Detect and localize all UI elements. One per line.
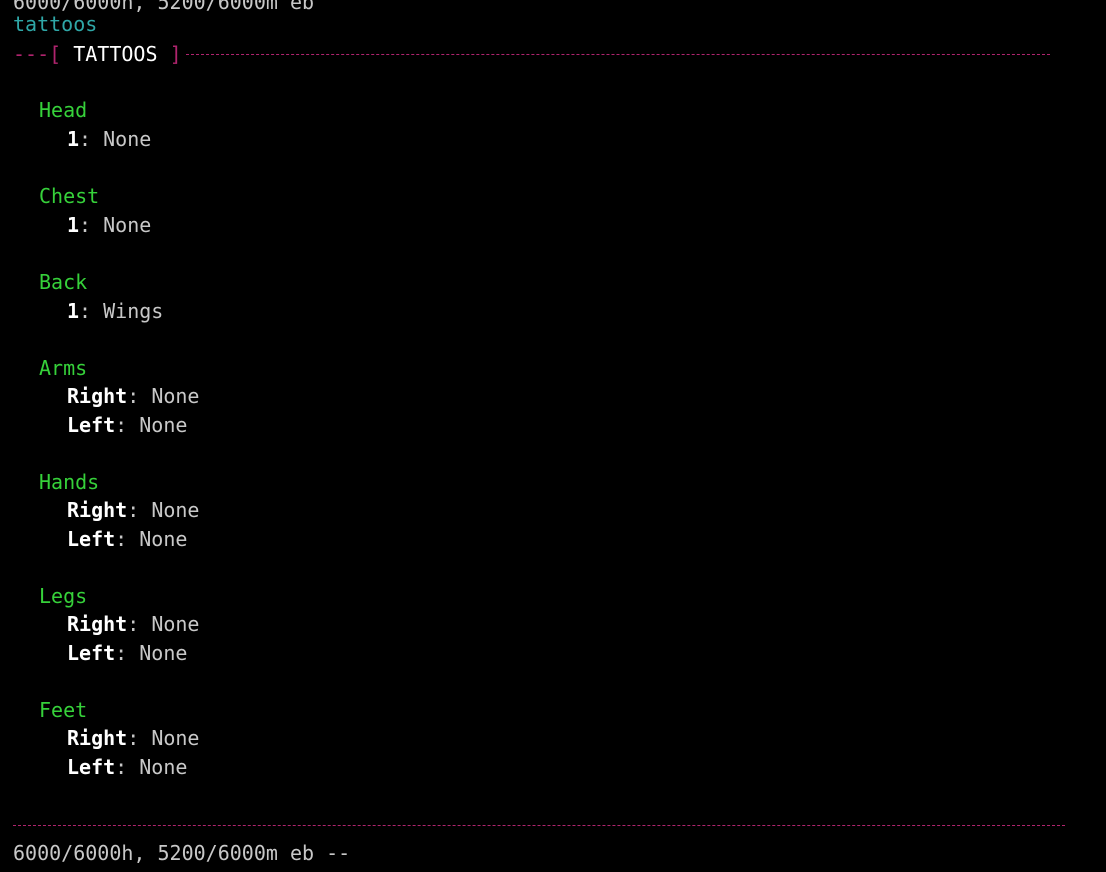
entry-label: Right [67,384,128,408]
section-title-back: Back [39,270,88,294]
entry-chest-1: 1: None [67,213,152,237]
entry-arms-left: Left: None [67,413,188,437]
section-title-head: Head [39,98,88,122]
header-divider [185,53,1050,55]
entry-value: None [103,213,152,237]
entry-arms-right: Right: None [67,384,200,408]
header-open-bracket: [ [49,42,62,66]
terminal-window[interactable]: 6000/6000h, 5200/6000m eb tattoos ---[ T… [0,0,1106,872]
entry-label: Right [67,612,128,636]
tattoos-header: ---[ TATTOOS ] [13,40,1050,68]
entry-feet-right: Right: None [67,726,200,750]
entry-label: 1 [67,213,80,237]
entry-value: None [139,755,188,779]
entry-back-1: 1: Wings [67,299,164,323]
entry-label: Left [67,755,116,779]
entry-value: None [139,413,188,437]
entry-hands-right: Right: None [67,498,200,522]
entry-label: Left [67,641,116,665]
entry-legs-left: Left: None [67,641,188,665]
header-left-dashes: --- [13,42,50,66]
entry-value: None [151,612,200,636]
entry-label: Left [67,413,116,437]
entry-label: 1 [67,127,80,151]
entry-label: Right [67,726,128,750]
entry-label: Right [67,498,128,522]
entry-value: Wings [103,299,164,323]
header-title: TATTOOS [73,42,158,66]
prompt-line-bottom: 6000/6000h, 5200/6000m eb -- [13,841,351,865]
section-title-legs: Legs [39,584,88,608]
command-echo: tattoos [13,12,98,36]
footer-divider [13,825,1065,826]
header-close-bracket: ] [169,42,182,66]
section-title-feet: Feet [39,698,88,722]
entry-head-1: 1: None [67,127,152,151]
entry-value: None [151,726,200,750]
entry-legs-right: Right: None [67,612,200,636]
entry-feet-left: Left: None [67,755,188,779]
section-title-chest: Chest [39,184,100,208]
entry-hands-left: Left: None [67,527,188,551]
entry-value: None [139,641,188,665]
entry-value: None [151,384,200,408]
section-title-hands: Hands [39,470,100,494]
entry-label: Left [67,527,116,551]
entry-value: None [139,527,188,551]
section-title-arms: Arms [39,356,88,380]
entry-value: None [151,498,200,522]
entry-value: None [103,127,152,151]
entry-label: 1 [67,299,80,323]
